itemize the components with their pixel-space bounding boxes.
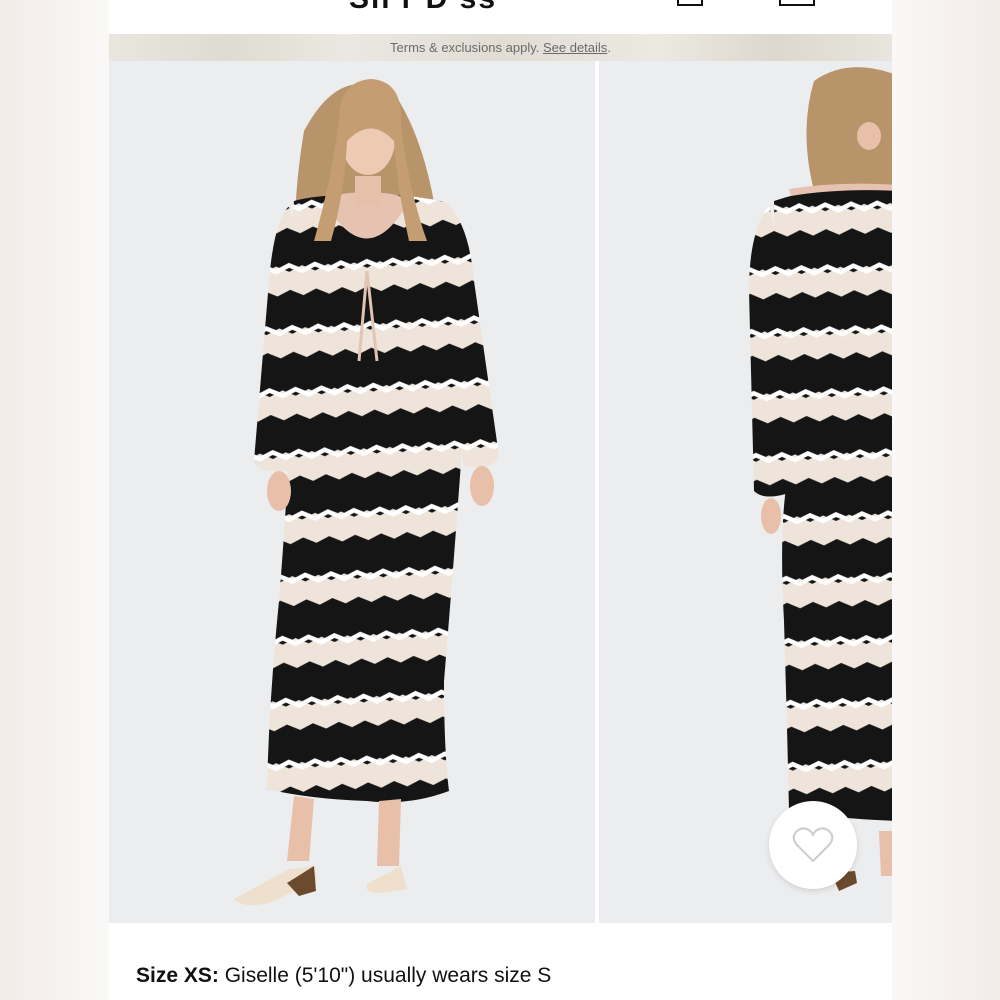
app-frame: Sh r D ss Terms & exclusions apply. See …: [109, 0, 892, 1000]
header-title: Sh r D ss: [349, 0, 497, 16]
top-header: Sh r D ss: [109, 0, 892, 34]
product-image-back[interactable]: [599, 61, 892, 923]
see-details-link[interactable]: See details: [543, 40, 607, 55]
size-label: Size XS:: [136, 964, 219, 987]
banner-text: Terms & exclusions apply.: [390, 40, 543, 55]
front-view-illustration: [234, 79, 499, 906]
size-text: Giselle (5'10") usually wears size S: [218, 964, 552, 987]
favorite-button[interactable]: [769, 801, 857, 889]
promo-banner: Terms & exclusions apply. See details.: [109, 34, 892, 61]
bag-icon[interactable]: [677, 0, 703, 6]
banner-suffix: .: [607, 40, 611, 55]
size-info: Size XS: Giselle (5'10") usually wears s…: [136, 964, 551, 988]
back-view-illustration: [749, 67, 892, 891]
product-image-gallery[interactable]: [109, 61, 892, 923]
product-image-front[interactable]: [109, 61, 595, 923]
heart-icon: [792, 827, 834, 863]
account-icon[interactable]: [779, 0, 815, 6]
